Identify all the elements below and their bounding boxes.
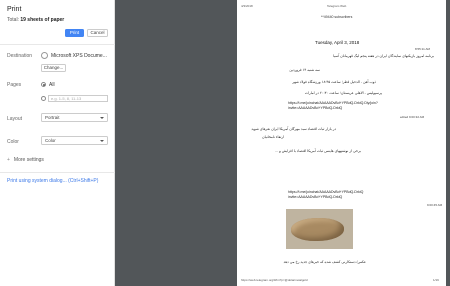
- cancel-button[interactable]: Cancel: [87, 29, 108, 37]
- message-time: 9:00:45 AM: [427, 203, 443, 207]
- change-destination-button[interactable]: Change...: [41, 64, 66, 72]
- layout-select-value: Portrait: [45, 115, 60, 120]
- page-header-title: Telegram Web: [327, 4, 347, 8]
- color-select-value: Color: [45, 138, 56, 143]
- total-sheets: Total: 19 sheets of paper: [7, 17, 64, 23]
- message-link: invite=AAAAADvBd+YPBdQ-DrkiQ: [288, 106, 343, 110]
- message-text-line: در بازار ثبات اقتصاد سبد مهرگان آمریکا ا…: [251, 127, 336, 131]
- more-settings-toggle[interactable]: + More settings: [7, 157, 44, 163]
- layout-label: Layout: [7, 116, 23, 122]
- pages-custom-radio[interactable]: [41, 96, 46, 101]
- divider: [0, 44, 115, 45]
- chevron-down-icon: [100, 116, 104, 119]
- message-text-line: برخی از نوشتههای هاینس ثبات آمریکا اقتصا…: [275, 149, 361, 153]
- pages-all-label: All: [49, 82, 55, 88]
- print-dialog-title: Print: [7, 6, 22, 13]
- pages-all-radio[interactable]: [41, 82, 46, 87]
- chevron-down-icon: [100, 139, 104, 142]
- message-text-line: ارتقاء نامخانیان: [262, 135, 284, 139]
- color-select[interactable]: Color: [41, 136, 108, 145]
- page-footer-number: 1/19: [433, 278, 439, 282]
- photo-subject: [291, 218, 344, 241]
- pages-label: Pages: [7, 82, 22, 88]
- message-time: edited 9:00:32 AM: [400, 115, 425, 119]
- plus-icon: +: [7, 157, 10, 163]
- layout-select[interactable]: Portrait: [41, 113, 108, 122]
- message-text-line: ذوب آهن - الدحیل قطر؛ ساعت ١٨:۴۵ ورزشگاه…: [292, 80, 376, 84]
- total-sheets-value: 19 sheets of paper: [20, 17, 65, 23]
- pages-range-input[interactable]: e.g. 1-5, 8, 11-13: [48, 95, 108, 102]
- message-photo: [286, 209, 353, 249]
- message-time: 8:55:11 AM: [415, 47, 430, 51]
- message-text-line: سه شنبه ١۴ فروردین: [289, 68, 320, 72]
- divider: [0, 172, 115, 173]
- more-settings-label: More settings: [13, 157, 44, 163]
- message-text-line: پرسپولیس - الاهلی عربستان؛ ساعت ٢٠:٣٠ در…: [304, 91, 382, 95]
- date-separator: Tuesday, April 3, 2018: [315, 40, 360, 45]
- color-label: Color: [7, 139, 19, 145]
- message-link: invite=AAAAADvBd+YPBdQ-DrkiQ: [288, 195, 343, 199]
- preview-page: 4/3/2018 Telegram Web **49440 subscriber…: [237, 0, 446, 286]
- page-header-date: 4/3/2018: [241, 4, 253, 8]
- message-text-line: برنامه امروز بازیکنهای نمایندگان ایران د…: [333, 54, 434, 58]
- print-settings-panel: Print Total: 19 sheets of paper Print Ca…: [0, 0, 115, 286]
- print-button[interactable]: Print: [65, 29, 84, 37]
- page-footer-url: https://web.telegram.org/#/im?p=@dolarme…: [241, 278, 308, 282]
- destination-printer-name: Microsoft XPS Docume...: [51, 53, 107, 59]
- channel-subscribers: **49440 subscribers: [321, 15, 353, 19]
- message-link: https://t.me/joinchat/AAAAADvBd+YPBdQ-Dr…: [288, 101, 378, 105]
- message-link: https://t.me/joinchat/AAAAADvBd+YPBdQ-Dr…: [288, 190, 364, 194]
- destination-label: Destination: [7, 53, 33, 59]
- printer-icon: [41, 52, 48, 59]
- system-dialog-link[interactable]: Print using system dialog... (Ctrl+Shift…: [7, 178, 98, 184]
- print-preview-area: 4/3/2018 Telegram Web **49440 subscriber…: [115, 0, 450, 286]
- message-text-line: عکس/ دستکارنی کشف شده که خبرهای جدید رخ …: [283, 260, 367, 264]
- total-sheets-prefix: Total:: [7, 17, 21, 23]
